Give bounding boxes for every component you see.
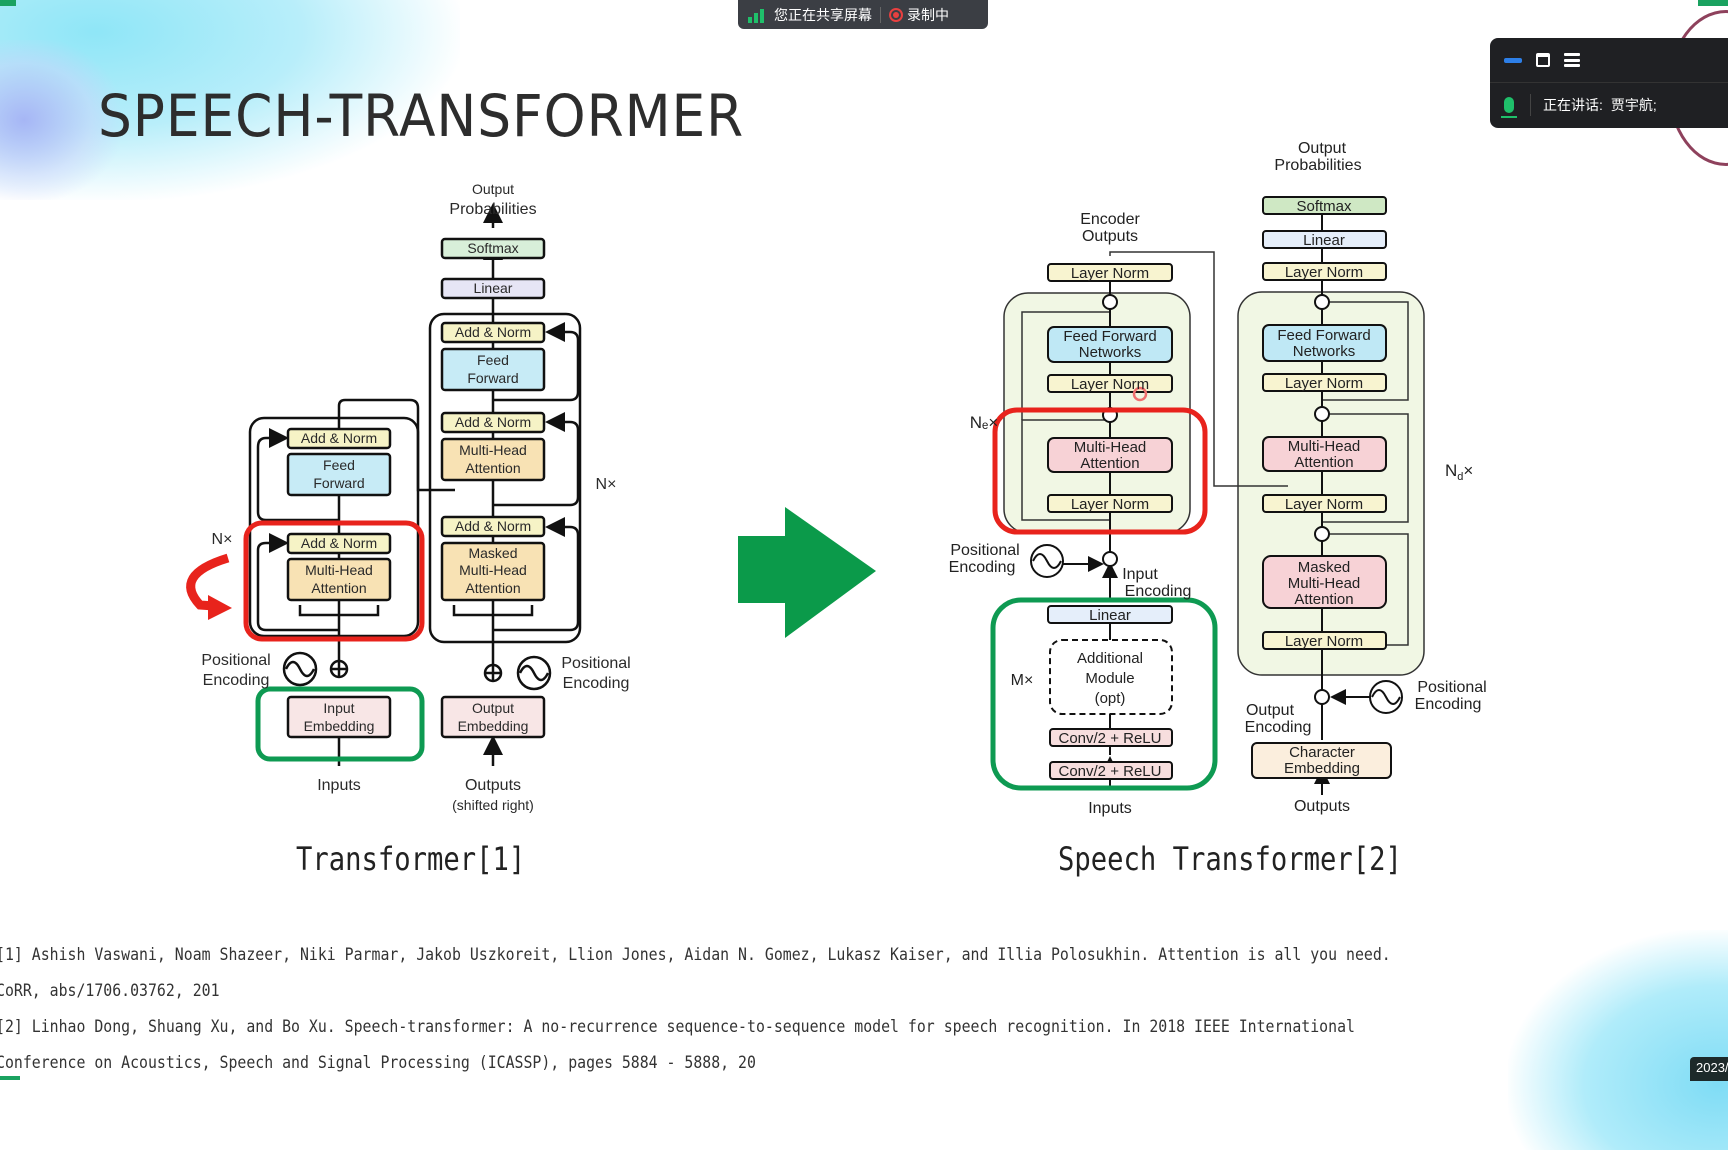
linear-label: Linear: [474, 280, 513, 296]
input-encoding-label: Input: [1122, 566, 1158, 583]
architecture-diagrams: Output Probabilities Softmax Linear Add …: [186, 140, 1487, 817]
encoder-outputs-label: Outputs: [1082, 228, 1138, 245]
add-norm-label: Add & Norm: [455, 518, 531, 534]
red-arrow-head-icon: [208, 595, 232, 620]
add-norm-label: Add & Norm: [455, 324, 531, 340]
add-icon: [1314, 294, 1330, 310]
taskbar-clock[interactable]: 2023/: [1690, 1057, 1728, 1081]
multi-head-label: Attention: [1294, 454, 1353, 471]
layer-norm-label: Layer Norm: [1285, 264, 1363, 281]
feed-forward-label: Feed: [323, 457, 355, 473]
add-norm-label: Add & Norm: [455, 414, 531, 430]
multi-head-label: Multi-Head: [305, 562, 373, 578]
ffn-label: Networks: [1079, 344, 1142, 361]
ffn-label: Feed Forward: [1063, 328, 1156, 345]
speech-transformer-caption: Speech Transformer[2]: [1058, 840, 1402, 878]
reference-1-line-1: [1] Ashish Vaswani, Noam Shazeer, Niki P…: [0, 945, 1391, 964]
multi-head-label: Attention: [1080, 455, 1139, 472]
feed-forward-label: Forward: [467, 370, 518, 386]
additional-module-label: (opt): [1095, 690, 1126, 707]
positional-encoding-label: Positional: [1417, 679, 1486, 696]
linear-label: Linear: [1303, 232, 1345, 249]
green-arrow-icon: [738, 507, 876, 638]
input-encoding-label: Encoding: [1125, 583, 1192, 600]
masked-label: Attention: [1294, 591, 1353, 608]
outputs-label: Outputs: [1294, 798, 1350, 815]
multi-head-label: Multi-Head: [1074, 439, 1147, 456]
output-probabilities-label: Output: [1298, 140, 1347, 157]
add-icon: [1314, 526, 1330, 542]
reference-2-line-2: Conference on Acoustics, Speech and Sign…: [0, 1053, 756, 1072]
layer-norm-label: Layer Norm: [1071, 376, 1149, 393]
inputs-label: Inputs: [1088, 800, 1132, 817]
input-embedding-label: Input: [323, 700, 354, 716]
add-icon: [1314, 689, 1330, 705]
positional-encoding-label: Positional: [561, 655, 630, 672]
positional-encoding-label: Positional: [950, 542, 1019, 559]
multi-head-label: Attention: [311, 580, 366, 596]
add-norm-label: Add & Norm: [301, 430, 377, 446]
ne-label: Nₑ×: [970, 413, 999, 432]
nx-label: N×: [212, 531, 233, 548]
conv-relu-label: Conv/2 + ReLU: [1059, 730, 1162, 747]
positional-encoding-label: Encoding: [203, 672, 270, 689]
masked-label: Multi-Head: [1288, 575, 1361, 592]
layer-norm-label: Layer Norm: [1285, 633, 1363, 650]
mx-label: M×: [1011, 672, 1034, 689]
positional-encoding-label: Encoding: [949, 559, 1016, 576]
add-icon: [1102, 551, 1118, 567]
outputs-label: (shifted right): [452, 797, 534, 813]
ffn-label: Networks: [1293, 343, 1356, 360]
transformer-caption: Transformer[1]: [296, 840, 526, 878]
inputs-label: Inputs: [317, 777, 361, 794]
transformer-labels: Output Probabilities Softmax Linear Add …: [201, 181, 630, 813]
output-embedding-label: Output: [472, 700, 514, 716]
add-icon: [1102, 294, 1118, 310]
add-norm-label: Add & Norm: [301, 535, 377, 551]
multi-head-label: Multi-Head: [1288, 438, 1361, 455]
layer-norm-label: Layer Norm: [1285, 375, 1363, 392]
output-encoding-label: Encoding: [1245, 719, 1312, 736]
outputs-label: Outputs: [465, 777, 521, 794]
ffn-label: Feed Forward: [1277, 327, 1370, 344]
additional-module-label: Additional: [1077, 650, 1143, 667]
output-embedding-label: Embedding: [458, 718, 529, 734]
softmax-label: Softmax: [467, 240, 518, 256]
masked-label: Multi-Head: [459, 562, 527, 578]
nx-label: N×: [596, 476, 617, 493]
encoder-outputs-label: Encoder: [1080, 211, 1140, 228]
input-embedding-label: Embedding: [304, 718, 375, 734]
masked-label: Attention: [465, 580, 520, 596]
character-embedding-label: Character: [1289, 744, 1355, 761]
conv-relu-label: Conv/2 + ReLU: [1059, 763, 1162, 780]
multi-head-label: Attention: [465, 460, 520, 476]
output-encoding-label: Output: [1246, 702, 1295, 719]
linear-label: Linear: [1089, 607, 1131, 624]
output-probabilities-label: Probabilities: [449, 201, 536, 218]
additional-module-label: Module: [1085, 670, 1134, 687]
layer-norm-label: Layer Norm: [1285, 496, 1363, 513]
character-embedding-label: Embedding: [1284, 760, 1360, 777]
add-icon: [1314, 406, 1330, 422]
softmax-label: Softmax: [1296, 198, 1352, 215]
reference-2-line-1: [2] Linhao Dong, Shuang Xu, and Bo Xu. S…: [0, 1017, 1355, 1036]
positional-encoding-label: Encoding: [1415, 696, 1482, 713]
layer-norm-label: Layer Norm: [1071, 496, 1149, 513]
multi-head-label: Multi-Head: [459, 442, 527, 458]
encoder-block: [248, 416, 420, 638]
output-probabilities-label: Output: [472, 181, 514, 197]
feed-forward-label: Forward: [313, 475, 364, 491]
output-probabilities-label: Probabilities: [1274, 157, 1361, 174]
positional-encoding-label: Positional: [201, 652, 270, 669]
positional-encoding-label: Encoding: [563, 675, 630, 692]
reference-1-line-2: CoRR, abs/1706.03762, 201: [0, 981, 220, 1000]
layer-norm-label: Layer Norm: [1071, 265, 1149, 282]
nd-label: Nd×: [1445, 461, 1473, 483]
feed-forward-label: Feed: [477, 352, 509, 368]
masked-label: Masked: [1298, 559, 1351, 576]
masked-label: Masked: [468, 545, 517, 561]
